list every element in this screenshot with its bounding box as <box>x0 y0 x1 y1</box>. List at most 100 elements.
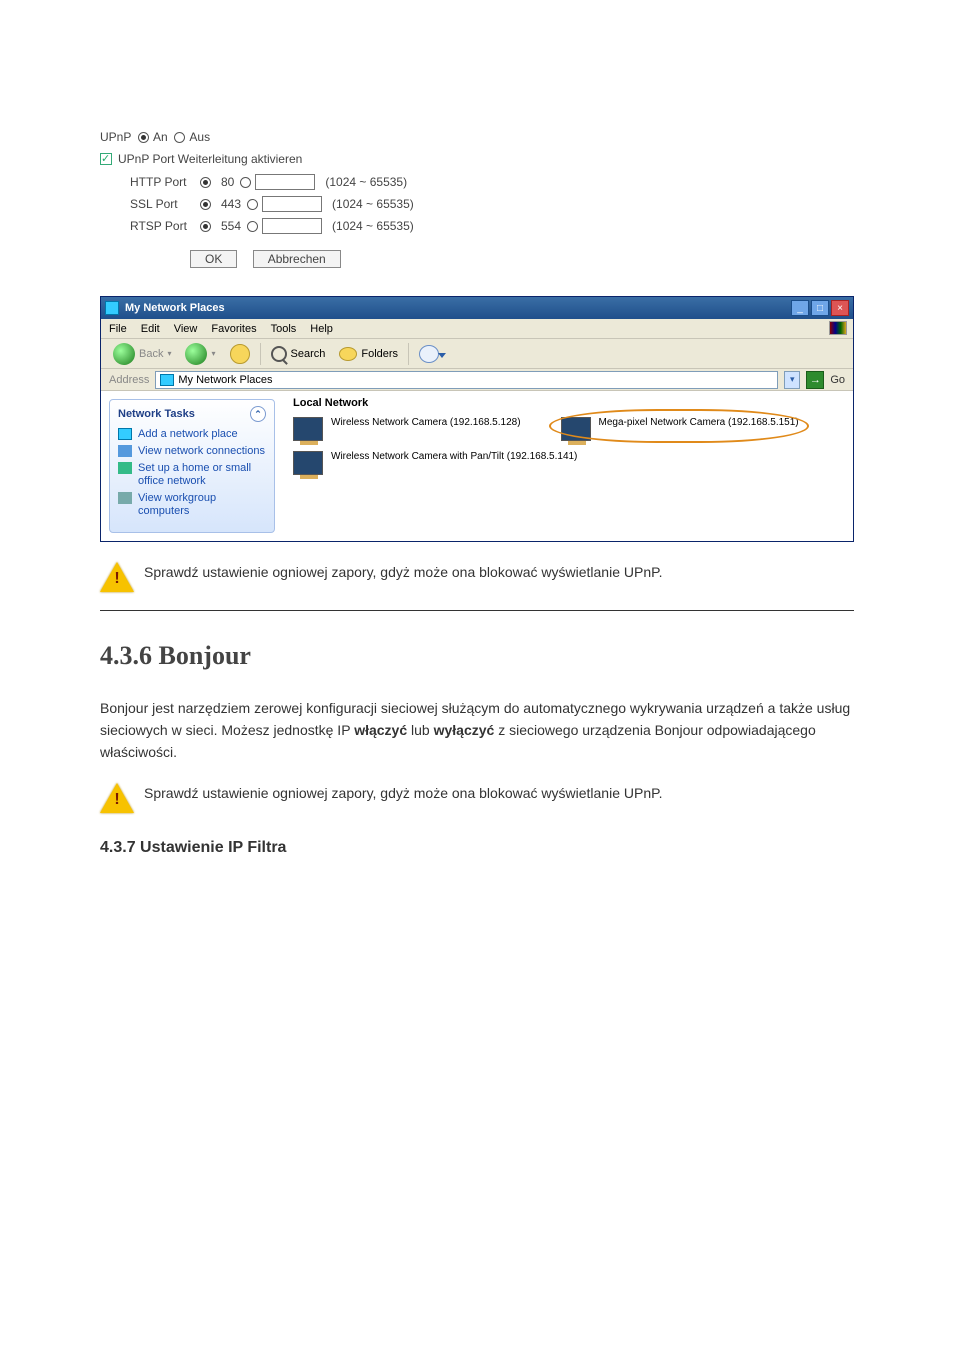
task-view-workgroup[interactable]: View workgroup computers <box>118 492 266 518</box>
side-panel-area: Network Tasks ⌃ Add a network place View… <box>101 391 283 541</box>
http-port-label: HTTP Port <box>130 175 200 189</box>
rtsp-port-label: RTSP Port <box>130 219 200 233</box>
main-content: Local Network Wireless Network Camera (1… <box>283 391 853 541</box>
upnp-settings-panel: UPnP An Aus UPnP Port Weiterleitung akti… <box>100 130 854 268</box>
upnp-forward-label: UPnP Port Weiterleitung aktivieren <box>118 152 302 166</box>
warning-icon: ! <box>100 562 134 592</box>
ssl-port-label: SSL Port <box>130 197 200 211</box>
address-field[interactable]: My Network Places <box>155 371 778 389</box>
ssl-port-input[interactable] <box>262 196 322 212</box>
back-icon <box>113 343 135 365</box>
warning-text-1: Sprawdź ustawienie ogniowej zapory, gdyż… <box>144 562 663 582</box>
http-port-input[interactable] <box>255 174 315 190</box>
device-item[interactable]: Wireless Network Camera (192.168.5.128) <box>293 417 521 441</box>
menu-favorites[interactable]: Favorites <box>211 323 256 335</box>
http-port-default-value: 80 <box>221 175 234 189</box>
local-network-header: Local Network <box>293 397 843 409</box>
rtsp-port-input[interactable] <box>262 218 322 234</box>
menubar: File Edit View Favorites Tools Help <box>101 319 853 339</box>
ssl-port-range: (1024 ~ 65535) <box>332 197 414 211</box>
warning-row-1: ! Sprawdź ustawienie ogniowej zapory, gd… <box>100 562 854 592</box>
add-place-icon <box>118 428 132 440</box>
device-item[interactable]: Wireless Network Camera with Pan/Tilt (1… <box>293 451 577 475</box>
monitor-icon <box>293 451 323 475</box>
highlight-callout <box>549 409 809 443</box>
task-add-place[interactable]: Add a network place <box>118 428 266 441</box>
address-value: My Network Places <box>178 374 272 386</box>
http-port-range: (1024 ~ 65535) <box>325 175 407 189</box>
upnp-on-radio[interactable] <box>138 132 149 143</box>
rtsp-port-range: (1024 ~ 65535) <box>332 219 414 233</box>
network-tasks-panel: Network Tasks ⌃ Add a network place View… <box>109 399 275 533</box>
window-title: My Network Places <box>125 302 225 314</box>
minimize-button[interactable]: _ <box>791 300 809 316</box>
search-button[interactable]: Search <box>267 344 330 364</box>
window-icon <box>105 301 119 315</box>
connections-icon <box>118 445 132 457</box>
address-bar: Address My Network Places ▾ → Go <box>101 369 853 391</box>
device-item-highlighted[interactable]: Mega-pixel Network Camera (192.168.5.151… <box>561 417 799 441</box>
device-label-1: Wireless Network Camera (192.168.5.128) <box>331 417 521 429</box>
collapse-icon[interactable]: ⌃ <box>250 406 266 422</box>
back-label: Back <box>139 348 163 360</box>
menu-edit[interactable]: Edit <box>141 323 160 335</box>
cancel-button[interactable]: Abbrechen <box>253 250 341 268</box>
rtsp-port-custom-radio[interactable] <box>247 221 258 232</box>
search-label: Search <box>291 348 326 360</box>
ssl-port-custom-radio[interactable] <box>247 199 258 210</box>
divider <box>100 610 854 611</box>
warning-row-2: ! Sprawdź ustawienie ogniowej zapory, gd… <box>100 783 854 813</box>
ok-button[interactable]: OK <box>190 250 237 268</box>
ssl-port-default-value: 443 <box>221 197 241 211</box>
maximize-button[interactable]: □ <box>811 300 829 316</box>
menu-file[interactable]: File <box>109 323 127 335</box>
go-label: Go <box>830 374 845 386</box>
views-icon <box>419 345 439 363</box>
upnp-off-label: Aus <box>189 130 210 144</box>
rtsp-port-default-radio[interactable] <box>200 221 211 232</box>
folders-icon <box>339 347 357 361</box>
upnp-on-label: An <box>153 130 168 144</box>
back-button[interactable]: Back ▾ <box>109 341 175 367</box>
rtsp-port-default-value: 554 <box>221 219 241 233</box>
workgroup-icon <box>118 492 132 504</box>
close-button[interactable]: × <box>831 300 849 316</box>
warning-icon: ! <box>100 783 134 813</box>
task-setup-network[interactable]: Set up a home or small office network <box>118 462 266 488</box>
address-icon <box>160 374 174 386</box>
folders-label: Folders <box>361 348 398 360</box>
menu-view[interactable]: View <box>174 323 198 335</box>
section-title-ipfilter: 4.3.7 Ustawienie IP Filtra <box>100 839 854 857</box>
monitor-icon <box>293 417 323 441</box>
toolbar: Back ▾ ▾ Search Folders <box>101 339 853 369</box>
forward-button[interactable]: ▾ <box>181 341 219 367</box>
forward-icon <box>185 343 207 365</box>
search-icon <box>271 346 287 362</box>
device-label-3: Wireless Network Camera with Pan/Tilt (1… <box>331 451 577 463</box>
menu-tools[interactable]: Tools <box>271 323 297 335</box>
explorer-window: My Network Places _ □ × File Edit View F… <box>100 296 854 542</box>
upnp-off-radio[interactable] <box>174 132 185 143</box>
menu-help[interactable]: Help <box>310 323 333 335</box>
bonjour-paragraph: Bonjour jest narzędziem zerowej konfigur… <box>100 697 854 763</box>
titlebar: My Network Places _ □ × <box>101 297 853 319</box>
setup-icon <box>118 462 132 474</box>
folders-button[interactable]: Folders <box>335 345 402 363</box>
up-button[interactable] <box>226 342 254 366</box>
views-button[interactable] <box>415 343 443 365</box>
port-table: HTTP Port 80 (1024 ~ 65535) SSL Port 443… <box>130 174 854 234</box>
go-button[interactable]: → <box>806 371 824 389</box>
http-port-custom-radio[interactable] <box>240 177 251 188</box>
upnp-label: UPnP <box>100 130 131 144</box>
http-port-default-radio[interactable] <box>200 177 211 188</box>
address-dropdown[interactable]: ▾ <box>784 371 800 389</box>
address-label: Address <box>109 374 149 386</box>
warning-text-2: Sprawdź ustawienie ogniowej zapory, gdyż… <box>144 783 663 803</box>
network-tasks-header: Network Tasks <box>118 408 195 420</box>
ssl-port-default-radio[interactable] <box>200 199 211 210</box>
task-view-connections[interactable]: View network connections <box>118 445 266 458</box>
section-title-bonjour: 4.3.6 Bonjour <box>100 641 854 671</box>
up-icon <box>230 344 250 364</box>
windows-flag-icon <box>829 321 847 335</box>
upnp-forward-checkbox[interactable] <box>100 153 112 165</box>
